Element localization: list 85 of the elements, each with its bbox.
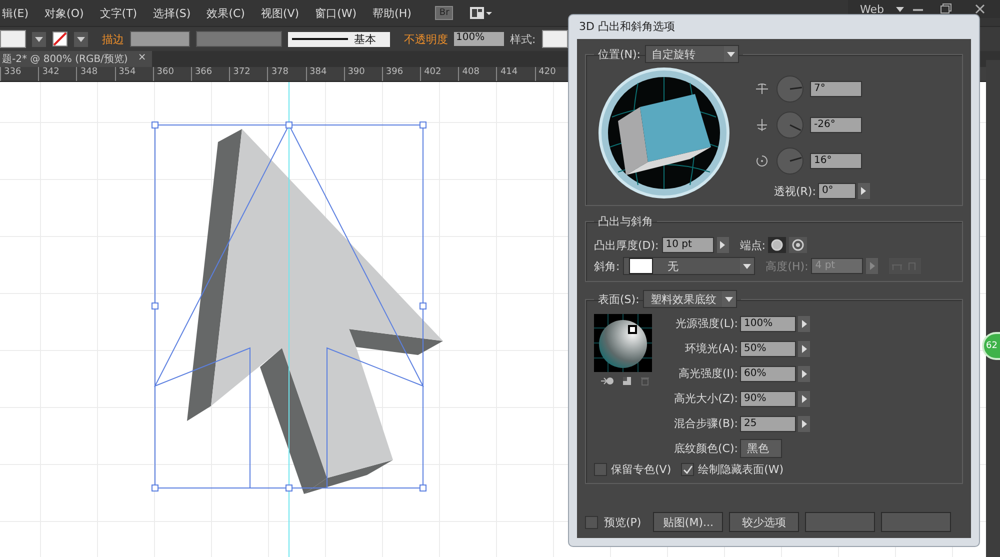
no-stroke-swatch-icon[interactable]	[52, 31, 68, 47]
menu-item[interactable]: 对象(O)	[44, 6, 84, 20]
preview-label: 预览(P)	[604, 514, 642, 530]
dialog-button[interactable]: 贴图(M)...	[653, 512, 724, 532]
extrude-depth-field[interactable]: 10 pt	[662, 237, 714, 253]
cap-button[interactable]	[768, 237, 786, 253]
selection-outline-drawing[interactable]	[152, 122, 426, 492]
play-arrow-icon[interactable]	[802, 320, 806, 328]
bevel-label: 斜角:	[594, 258, 620, 274]
dropdown-arrow-icon[interactable]	[725, 296, 734, 302]
surface-field-label: 底纹颜色(C):	[673, 441, 738, 456]
position-dropdown[interactable]: 自定旋转	[644, 45, 739, 63]
layout-icon[interactable]	[469, 6, 494, 20]
surface-value-field[interactable]: 60%	[740, 366, 796, 382]
play-arrow-icon[interactable]	[802, 370, 806, 378]
surface-value-field[interactable]: 25	[740, 416, 796, 432]
dropdown-arrow-icon[interactable]	[742, 264, 751, 268]
cap-button[interactable]	[789, 237, 808, 253]
document-tab[interactable]: 题-2* @ 800% (RGB/预览) ×	[0, 51, 152, 67]
rotation-angle-field[interactable]: 16°	[810, 153, 862, 169]
menu-item[interactable]: 窗口(W)	[315, 6, 357, 20]
surface-label: 表面(S):	[598, 292, 640, 306]
surface-slider-button[interactable]	[798, 340, 810, 356]
x-axis-rotation-icon	[754, 81, 770, 97]
stroke-label[interactable]: 描边	[102, 32, 124, 46]
surface-field-label: 高光强度(I):	[677, 366, 738, 381]
surface-slider-button[interactable]	[798, 316, 810, 332]
menu-item[interactable]: 效果(C)	[206, 6, 245, 20]
new-light-icon[interactable]	[622, 376, 632, 386]
shade-color-dropdown[interactable]: 黑色	[740, 439, 782, 458]
dropdown-arrow-icon[interactable]	[726, 52, 735, 56]
bevel-height-slider-button[interactable]	[866, 258, 878, 274]
surface-slider-button[interactable]	[798, 390, 810, 406]
extrude-bevel-legend: 凸出与斜角	[598, 214, 653, 229]
dialog-button[interactable]: 较少选项	[729, 512, 800, 532]
checkbox[interactable]	[594, 463, 607, 476]
move-light-back-icon[interactable]	[600, 376, 614, 386]
z-axis-rotation-icon	[754, 153, 770, 169]
surface-dropdown[interactable]: 塑料效果底纹	[643, 290, 738, 308]
surface-field-label: 光源强度(L):	[674, 316, 738, 331]
menu-item[interactable]: 选择(S)	[153, 6, 191, 20]
play-arrow-icon[interactable]	[802, 420, 806, 428]
fill-swatch[interactable]	[0, 30, 26, 48]
play-arrow-icon[interactable]	[802, 394, 806, 402]
surface-slider-button[interactable]	[798, 366, 810, 382]
light-sphere-drawing[interactable]	[594, 314, 652, 372]
perspective-field[interactable]: 0°	[818, 183, 856, 199]
cap-label: 端点:	[740, 238, 766, 252]
play-arrow-icon[interactable]	[720, 241, 726, 249]
checkbox[interactable]	[681, 463, 694, 476]
surface-field-label: 混合步骤(B):	[673, 416, 738, 431]
play-arrow-icon[interactable]	[802, 344, 806, 352]
style-swatch[interactable]	[542, 30, 568, 48]
track-cube-drawing[interactable]	[598, 67, 730, 199]
surface-field-label: 环境光(A):	[684, 341, 738, 356]
stroke-profile-dropdown[interactable]: 基本	[288, 32, 390, 46]
perspective-label: 透视(R):	[774, 184, 816, 198]
surface-field-label: 高光大小(Z):	[673, 391, 738, 406]
perspective-slider-button[interactable]	[858, 183, 870, 199]
stroke-weight-field[interactable]	[130, 31, 190, 47]
preview-checkbox[interactable]	[585, 516, 598, 528]
dialog-title: 3D 凸出和斜角选项	[578, 19, 676, 35]
rotation-angle-field[interactable]: 7°	[810, 81, 862, 97]
extrude-depth-slider-button[interactable]	[716, 237, 729, 253]
surface-value-field[interactable]: 100%	[740, 316, 796, 332]
opacity-field[interactable]: 100%	[454, 32, 504, 46]
menu-item[interactable]: 视图(V)	[260, 6, 300, 20]
rotation-angle-field[interactable]: -26°	[810, 117, 862, 133]
menu-item[interactable]: 辑(E)	[2, 6, 29, 20]
surface-slider-button[interactable]	[798, 416, 810, 432]
menu-item[interactable]: 帮助(H)	[372, 6, 412, 20]
bevel-dropdown[interactable]: 无	[622, 257, 755, 275]
opacity-label[interactable]: 不透明度	[404, 32, 448, 46]
position-label: 位置(N):	[598, 46, 641, 62]
surface-value-field[interactable]: 90%	[740, 390, 796, 406]
checkbox-label: 绘制隐藏表面(W)	[698, 462, 784, 477]
play-arrow-icon[interactable]	[861, 187, 866, 195]
checkbox-label: 保留专色(V)	[611, 462, 672, 477]
y-axis-rotation-icon	[754, 117, 770, 133]
style-label: 样式:	[510, 32, 536, 46]
surface-value-field[interactable]: 50%	[740, 340, 796, 356]
dropdown-arrow-icon[interactable]	[896, 6, 904, 12]
menu-item[interactable]: 文字(T)	[100, 6, 138, 20]
extrude-depth-label: 凸出厚度(D):	[594, 238, 659, 252]
bevel-height-label: 高度(H):	[766, 258, 808, 274]
